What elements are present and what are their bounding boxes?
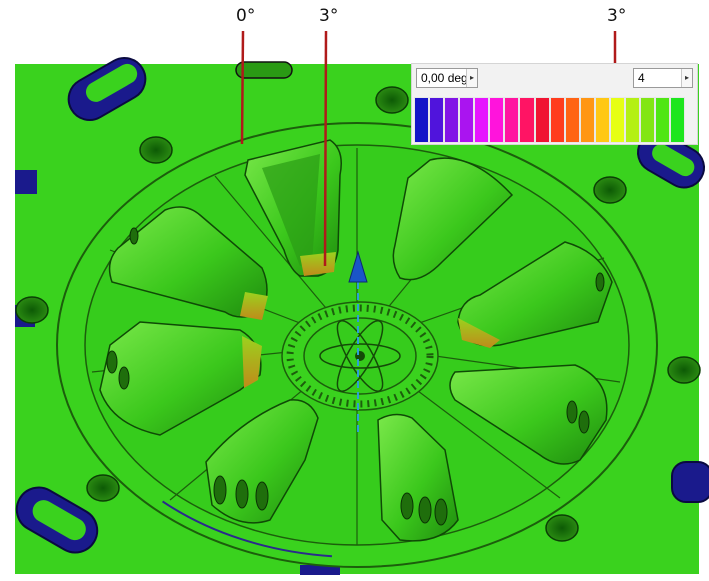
- hole: [375, 86, 409, 114]
- draft-color-scale: [414, 97, 686, 143]
- draft-angle-value: 0,00 deg: [421, 71, 468, 85]
- color-swatch[interactable]: [534, 97, 550, 143]
- color-swatch[interactable]: [579, 97, 595, 143]
- color-swatch[interactable]: [609, 97, 625, 143]
- leader-line: [323, 30, 328, 267]
- central-hub: [281, 301, 439, 411]
- hole: [15, 296, 49, 324]
- color-swatch[interactable]: [444, 97, 460, 143]
- color-swatch[interactable]: [459, 97, 475, 143]
- color-swatch[interactable]: [594, 97, 610, 143]
- steps-spin-arrow-icon[interactable]: ▸: [681, 69, 692, 87]
- color-swatch[interactable]: [564, 97, 580, 143]
- rib-window: [255, 481, 269, 511]
- color-steps-value: 4: [638, 71, 645, 85]
- rib-window: [434, 498, 448, 526]
- color-swatch[interactable]: [414, 97, 430, 143]
- color-steps-input[interactable]: 4 ▸: [633, 68, 693, 88]
- rib-window: [566, 400, 578, 424]
- rib-window: [213, 475, 227, 505]
- rib-window: [418, 496, 432, 524]
- rib-window: [578, 410, 590, 434]
- hole: [667, 356, 701, 384]
- color-swatch[interactable]: [474, 97, 490, 143]
- color-swatch[interactable]: [489, 97, 505, 143]
- rib-top-warm: [300, 252, 336, 276]
- slot: [671, 461, 709, 503]
- rib-window: [595, 272, 605, 292]
- callout-label-3deg-legend: 3°: [607, 6, 627, 26]
- color-swatch[interactable]: [519, 97, 535, 143]
- angle-spin-arrow-icon[interactable]: ▸: [466, 69, 477, 87]
- rib-window: [129, 227, 139, 245]
- rib-window: [235, 479, 249, 509]
- color-swatch[interactable]: [639, 97, 655, 143]
- draft-analysis-panel: 0,00 deg ▸ 4 ▸: [411, 63, 698, 145]
- hole: [545, 514, 579, 542]
- rib-window: [118, 366, 130, 390]
- color-swatch[interactable]: [429, 97, 445, 143]
- slot: [235, 61, 293, 79]
- color-swatch[interactable]: [624, 97, 640, 143]
- hole: [139, 136, 173, 164]
- callout-label-0deg: 0°: [236, 6, 256, 26]
- slot: [15, 170, 37, 194]
- rib-window: [106, 350, 118, 374]
- hole: [593, 176, 627, 204]
- color-swatch[interactable]: [549, 97, 565, 143]
- callout-label-3deg: 3°: [319, 6, 339, 26]
- hole: [86, 474, 120, 502]
- rib-window: [400, 492, 414, 520]
- draft-angle-input[interactable]: 0,00 deg ▸: [416, 68, 478, 88]
- leader-line: [240, 30, 245, 145]
- emblem-nucleus: [355, 351, 365, 361]
- color-swatch[interactable]: [670, 97, 686, 143]
- color-swatch[interactable]: [655, 97, 671, 143]
- color-swatch[interactable]: [504, 97, 520, 143]
